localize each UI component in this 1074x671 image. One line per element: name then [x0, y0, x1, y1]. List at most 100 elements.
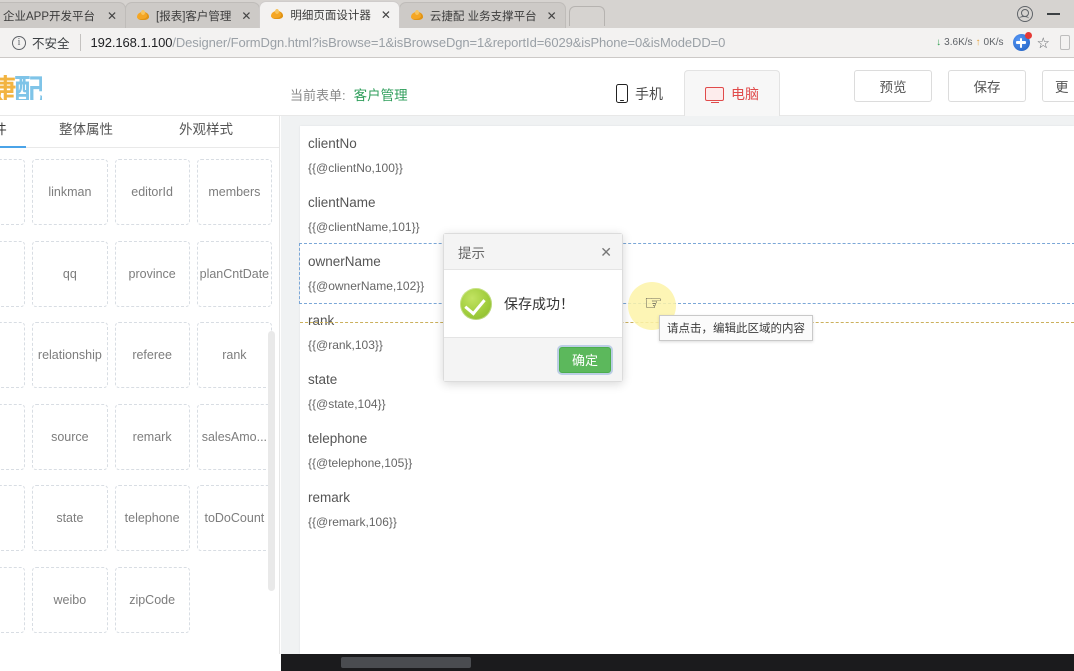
- dialog-header: 提示 ✕: [444, 234, 622, 270]
- form-canvas[interactable]: clientNo {{@clientNo,100}} clientName {{@cl…: [299, 126, 1074, 654]
- designer-canvas-area: clientNo {{@clientNo,100}} clientName {{@cl…: [281, 116, 1074, 654]
- canvas-field-expression: {{@clientName,101}}: [308, 220, 420, 234]
- field-card[interactable]: linkman: [32, 159, 108, 225]
- field-card[interactable]: source: [32, 403, 108, 470]
- tab-device-desktop-label: 电脑: [731, 85, 759, 102]
- edit-area-tooltip: 请点击，编辑此区域的内容: [659, 315, 813, 341]
- preview-button[interactable]: 预览: [854, 70, 932, 102]
- field-card[interactable]: [0, 240, 26, 307]
- tab-overall-properties[interactable]: 整体属性: [26, 116, 146, 147]
- tab-device-phone-label: 手机: [635, 85, 663, 102]
- field-card[interactable]: editorId: [114, 159, 190, 225]
- canvas-field-row[interactable]: remark {{@remark,106}}: [300, 480, 1074, 539]
- field-card[interactable]: d: [0, 566, 26, 633]
- field-card[interactable]: telephone: [114, 485, 190, 551]
- extension-badge: [1024, 32, 1032, 39]
- tab-appearance-style[interactable]: 外观样式: [146, 116, 266, 147]
- canvas-field-label: state: [308, 372, 338, 387]
- field-card[interactable]: remark: [114, 403, 190, 470]
- window-controls: [984, 0, 1074, 28]
- horizontal-scrollbar[interactable]: [281, 654, 1074, 671]
- canvas-field-expression: {{@remark,106}}: [308, 515, 397, 529]
- minimize-icon[interactable]: [1047, 13, 1060, 15]
- security-status-label: 不安全: [32, 37, 70, 51]
- monitor-icon: [705, 86, 724, 104]
- field-card[interactable]: state: [32, 485, 108, 551]
- field-card[interactable]: referee: [114, 322, 190, 388]
- field-card[interactable]: qq: [32, 240, 108, 307]
- canvas-field-expression: {{@clientNo,100}}: [308, 161, 403, 175]
- canvas-field-label: ownerName: [308, 254, 381, 269]
- left-panel-footer: [0, 654, 281, 671]
- browser-tab-2[interactable]: 明细页面设计器 ✕: [259, 1, 400, 28]
- browser-tab-0-close-icon[interactable]: ✕: [105, 9, 119, 23]
- browser-tab-strip: 企业APP开发平台 ✕ [报表]客户管理 ✕ 明细页面设计器 ✕ 云捷配 业务支…: [0, 0, 1074, 28]
- network-speed-indicator[interactable]: ↓ 3.6K/s ↑ 0K/s: [932, 33, 1007, 53]
- browser-tab-2-close-icon[interactable]: ✕: [379, 8, 393, 22]
- device-mode-tabs: 手机 电脑: [595, 70, 780, 116]
- field-card[interactable]: planCntDate: [196, 240, 272, 307]
- url-text[interactable]: 192.168.1.100/Designer/FormDgn.html?isBr…: [91, 35, 933, 50]
- field-card[interactable]: relationship: [32, 322, 108, 388]
- app-logo: 捷配: [0, 66, 42, 100]
- browser-tab-3[interactable]: 云捷配 业务支撑平台 ✕: [398, 2, 566, 28]
- logo-char-a: 捷: [0, 74, 16, 100]
- dialog-title: 提示: [458, 245, 485, 261]
- browser-tab-0[interactable]: 企业APP开发平台 ✕: [0, 2, 126, 28]
- success-check-icon: [460, 287, 492, 320]
- canvas-field-label: clientNo: [308, 136, 357, 151]
- canvas-field-row[interactable]: telephone {{@telephone,105}}: [300, 421, 1074, 480]
- logo-char-b: 配: [14, 74, 42, 100]
- url-path: /Designer/FormDgn.html?isBrowse=1&isBrow…: [172, 35, 726, 50]
- site-favicon-icon: [270, 8, 284, 22]
- tab-device-phone[interactable]: 手机: [595, 70, 684, 116]
- download-arrow-icon: ↓: [936, 37, 942, 48]
- omnibox-end-icon[interactable]: [1060, 35, 1070, 50]
- save-success-dialog: 提示 ✕ 保存成功！ 确定: [443, 233, 623, 382]
- dialog-message: 保存成功！: [504, 295, 574, 312]
- new-tab-button[interactable]: [568, 6, 605, 26]
- profile-avatar-icon[interactable]: [1017, 6, 1033, 22]
- browser-address-bar[interactable]: 不安全 192.168.1.100/Designer/FormDgn.html?…: [0, 28, 1074, 58]
- canvas-field-row[interactable]: clientName {{@clientName,101}}: [300, 185, 1074, 244]
- field-card[interactable]: salesAmo...: [196, 403, 272, 470]
- info-circle-icon[interactable]: [12, 35, 26, 51]
- canvas-field-row[interactable]: ownerName {{@ownerName,102}}: [299, 243, 1074, 304]
- current-form-label: 当前表单:: [290, 88, 346, 103]
- field-card[interactable]: [0, 403, 26, 470]
- close-icon[interactable]: ✕: [600, 245, 612, 259]
- omnibox-divider: [79, 34, 81, 51]
- field-card[interactable]: members: [196, 159, 272, 225]
- left-panel-scrollbar[interactable]: [268, 331, 275, 591]
- browser-tab-3-close-icon[interactable]: ✕: [545, 9, 559, 23]
- browser-tab-2-title: 明细页面设计器: [290, 10, 371, 22]
- field-card[interactable]: e: [0, 159, 26, 225]
- field-card[interactable]: t: [0, 322, 26, 388]
- field-card[interactable]: toDoCount: [196, 485, 272, 551]
- bookmark-star-icon[interactable]: ☆: [1037, 34, 1050, 52]
- field-card[interactable]: er: [0, 485, 26, 551]
- field-card[interactable]: rank: [196, 322, 272, 388]
- confirm-button[interactable]: 确定: [558, 346, 611, 373]
- site-favicon-icon: [410, 9, 424, 23]
- field-palette-grid: elinkmaneditorIdmembers qqprovinceplanCnt…: [0, 149, 278, 649]
- field-card[interactable]: province: [114, 240, 190, 307]
- canvas-field-row[interactable]: state {{@state,104}}: [300, 362, 1074, 421]
- field-card[interactable]: weibo: [32, 566, 108, 633]
- browser-tab-1[interactable]: [报表]客户管理 ✕: [125, 2, 261, 28]
- browser-tab-3-title: 云捷配 业务支撑平台: [429, 10, 537, 23]
- field-card[interactable]: zipCode: [114, 566, 190, 633]
- horizontal-scrollbar-thumb[interactable]: [341, 657, 471, 668]
- url-host: 192.168.1.100: [90, 35, 173, 50]
- left-panel: 件 整体属性 外观样式 elinkmaneditorIdmembers qqpro…: [0, 116, 280, 671]
- more-button[interactable]: 更: [1042, 70, 1074, 102]
- tab-components[interactable]: 件: [0, 116, 26, 148]
- header-actions: 预览 保存 更: [854, 70, 1074, 102]
- browser-tab-1-close-icon[interactable]: ✕: [239, 9, 253, 23]
- save-button[interactable]: 保存: [948, 70, 1026, 102]
- tab-device-desktop[interactable]: 电脑: [684, 70, 780, 116]
- upload-speed-value: 0K/s: [983, 37, 1004, 48]
- canvas-field-row[interactable]: clientNo {{@clientNo,100}}: [300, 126, 1074, 185]
- dialog-body: 保存成功！: [444, 270, 622, 337]
- extension-icon[interactable]: [1012, 32, 1032, 51]
